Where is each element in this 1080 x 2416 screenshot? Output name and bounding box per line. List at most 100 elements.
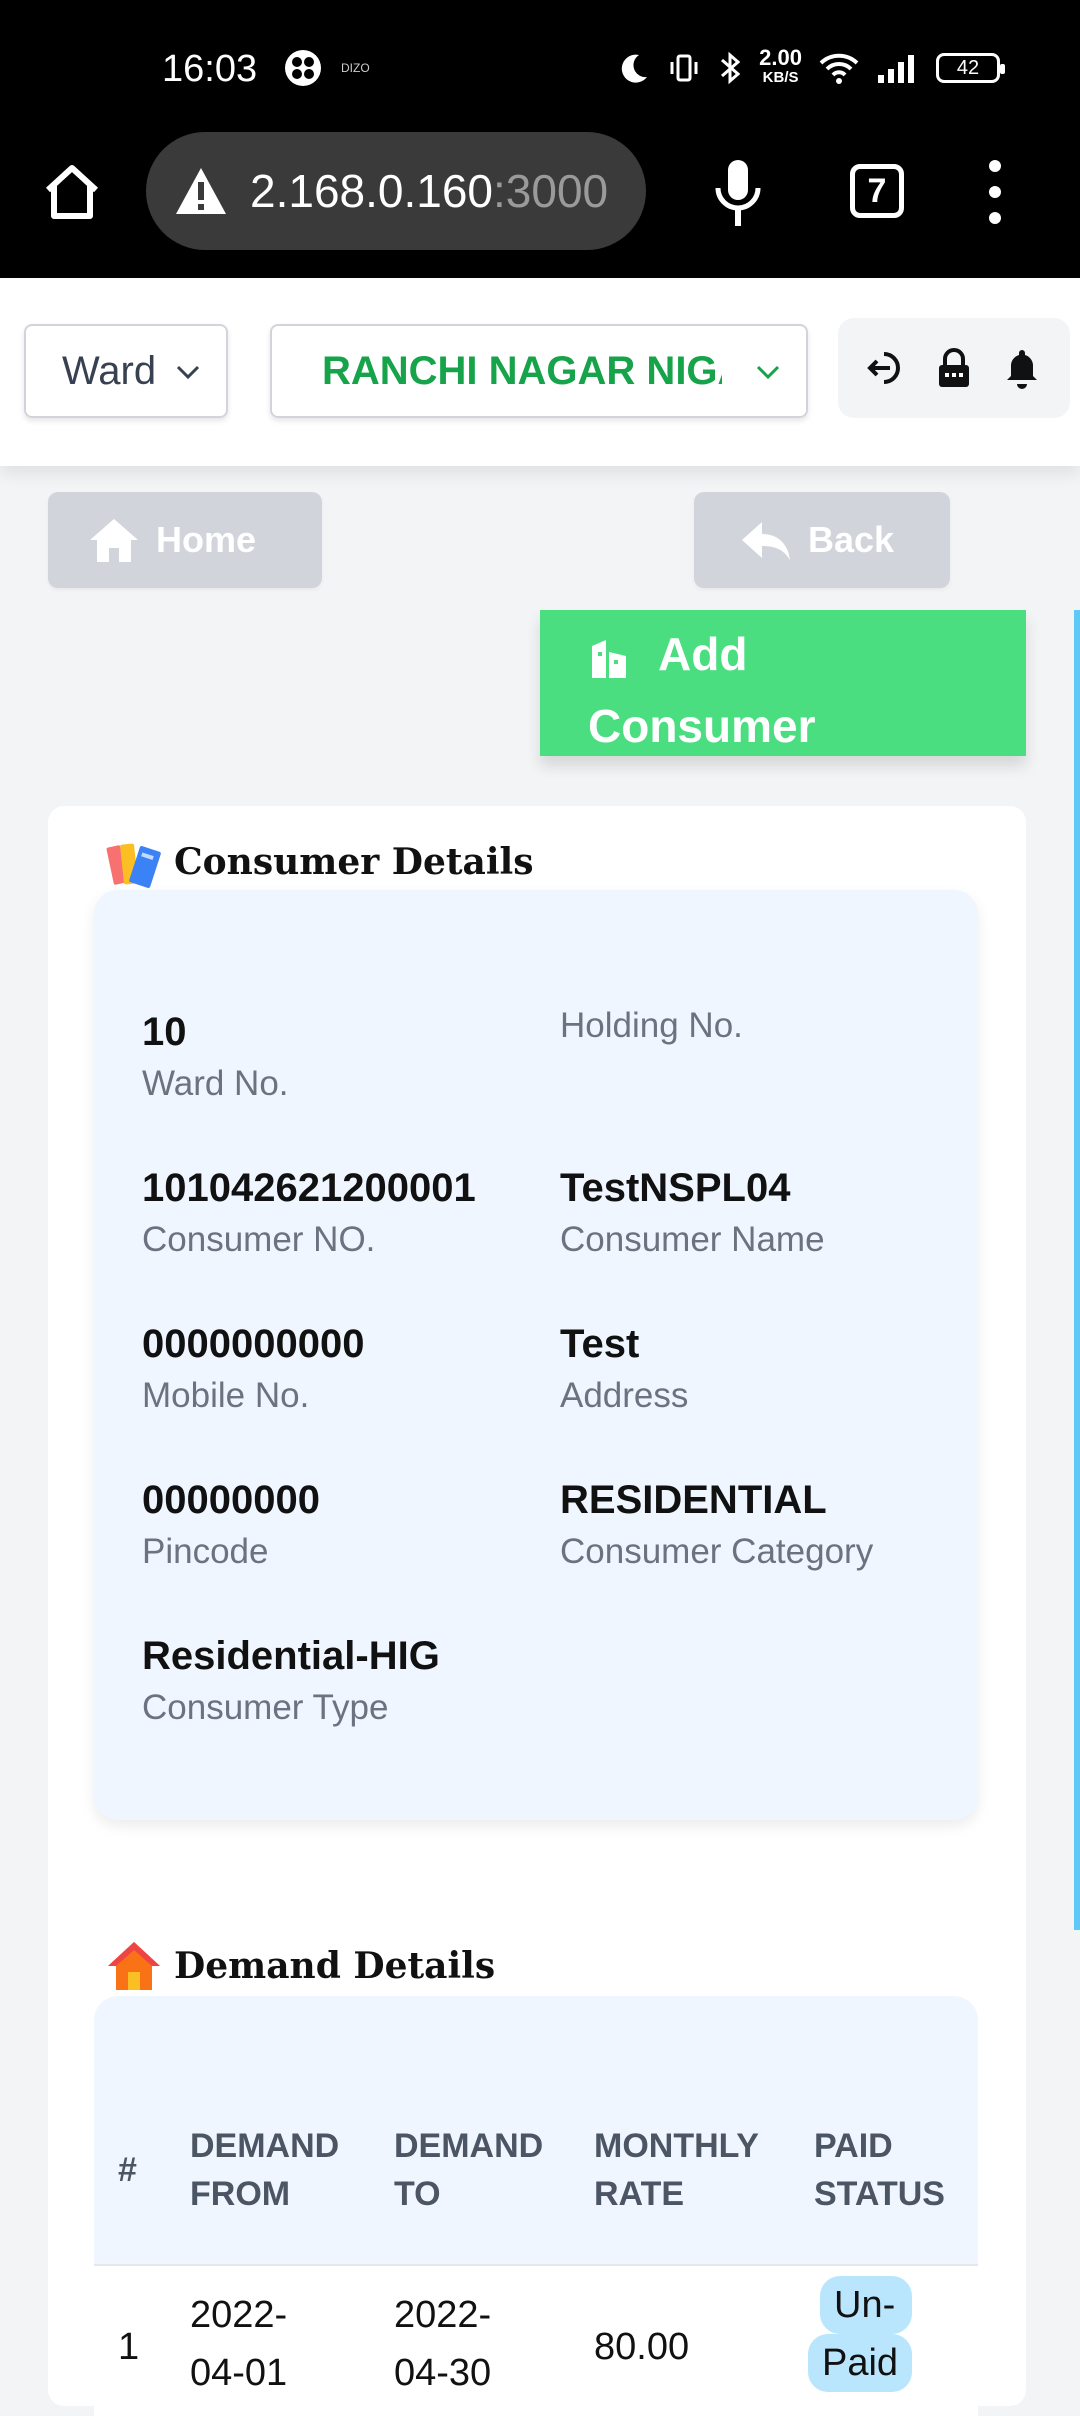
- vibrate-icon: [670, 54, 698, 82]
- tab-switcher-button[interactable]: 7: [850, 164, 904, 218]
- status-time: 16:03: [162, 48, 258, 90]
- consumer-details-heading: Consumer Details: [104, 832, 533, 892]
- ulb-select[interactable]: RANCHI NAGAR NIGAM: [270, 324, 808, 418]
- address-bar[interactable]: 2.168.0.160:3000: [146, 132, 646, 250]
- app-header: Ward RANCHI NAGAR NIGAM: [0, 278, 1080, 466]
- row-demand-from-line1: 2022-: [190, 2294, 288, 2336]
- consumer-type-value: Residential-HIG: [142, 1634, 440, 1678]
- consumer-category-label: Consumer Category: [560, 1532, 874, 1571]
- home-icon: [90, 519, 138, 562]
- consumer-no-label: Consumer NO.: [142, 1220, 376, 1259]
- consumer-view-card: Consumer Details 10 Ward No. Holding No.…: [48, 806, 1026, 2416]
- status-bar: 16:03 DIZO 2.00 KB/S 42: [0, 0, 1080, 140]
- consumer-no-value: 101042621200001: [142, 1166, 476, 1210]
- consumer-name-value: TestNSPL04: [560, 1166, 791, 1210]
- signal-icon: [878, 55, 914, 83]
- detail-mobile-no: 0000000000 Mobile No.: [142, 1322, 364, 1416]
- lock-icon[interactable]: [932, 346, 976, 390]
- url-host: 2.168.0.160: [250, 165, 494, 217]
- chevron-down-icon: [176, 365, 200, 380]
- holding-no-value: [560, 952, 743, 1002]
- col-demand-from-line1: DEMAND: [190, 2127, 340, 2165]
- consumer-details-title: Consumer Details: [174, 841, 534, 883]
- ward-no-value: 10: [142, 1010, 187, 1054]
- col-paid-status-line1: PAID: [814, 2127, 893, 2165]
- browser-menu-icon[interactable]: [985, 160, 1005, 224]
- logout-icon[interactable]: [864, 346, 908, 390]
- reply-arrow-icon: [742, 522, 790, 560]
- row-demand-to-line2: 04-30: [394, 2352, 492, 2394]
- add-consumer-label-line1: Add: [658, 628, 748, 680]
- url-text: 2.168.0.160:3000: [250, 164, 608, 218]
- col-demand-to-line2: TO: [394, 2175, 441, 2213]
- books-icon: [106, 843, 161, 888]
- house-icon: [108, 1942, 160, 1990]
- microphone-icon[interactable]: [712, 158, 764, 228]
- address-label: Address: [560, 1376, 689, 1415]
- ulb-select-value: RANCHI NAGAR NIGAM: [322, 348, 722, 393]
- consumer-name-label: Consumer Name: [560, 1220, 825, 1259]
- home-icon[interactable]: [40, 160, 104, 224]
- pincode-value: 00000000: [142, 1478, 320, 1522]
- building-icon: [592, 639, 626, 678]
- col-demand-to: DEMAND TO: [394, 2122, 543, 2218]
- row-index: 1: [118, 2326, 140, 2368]
- row-demand-from-line2: 04-01: [190, 2352, 288, 2394]
- url-port: :3000: [493, 165, 609, 217]
- carrier-label: DIZO: [341, 61, 370, 75]
- chevron-down-icon: [756, 365, 780, 380]
- detail-consumer-type: Residential-HIG Consumer Type: [142, 1634, 440, 1728]
- row-monthly-rate: 80.00: [594, 2326, 690, 2368]
- pincode-label: Pincode: [142, 1532, 269, 1571]
- home-button[interactable]: Home: [48, 492, 322, 588]
- detail-consumer-name: TestNSPL04 Consumer Name: [560, 1166, 825, 1260]
- col-monthly-rate-line2: RATE: [594, 2175, 685, 2213]
- detail-consumer-no: 101042621200001 Consumer NO.: [142, 1166, 476, 1260]
- row-demand-from: 2022- 04-01: [190, 2286, 287, 2402]
- status-left-icons: DIZO: [283, 48, 370, 88]
- net-speed-value: 2.00: [759, 45, 802, 70]
- back-button-label: Back: [808, 519, 895, 560]
- col-demand-from-line2: FROM: [190, 2175, 291, 2213]
- moon-icon: [621, 54, 648, 83]
- add-consumer-button[interactable]: Add Consumer: [540, 610, 1026, 756]
- app-notification-icon: [285, 50, 321, 86]
- col-demand-to-line1: DEMAND: [394, 2127, 544, 2165]
- detail-pincode: 00000000 Pincode: [142, 1478, 320, 1572]
- ward-no-label: Ward No.: [142, 1064, 289, 1103]
- detail-ward-no: 10 Ward No.: [142, 1010, 289, 1104]
- ward-select[interactable]: Ward: [24, 324, 228, 418]
- col-index: #: [118, 2151, 137, 2189]
- browser-toolbar: 2.168.0.160:3000 7: [0, 120, 1080, 278]
- col-monthly-rate: MONTHLY RATE: [594, 2122, 759, 2218]
- battery-indicator: 42: [936, 53, 1005, 83]
- add-consumer-label-line2: Consumer: [588, 700, 816, 752]
- consumer-type-label: Consumer Type: [142, 1688, 389, 1727]
- bell-icon[interactable]: [1000, 346, 1044, 390]
- net-speed: 2.00 KB/S: [759, 45, 802, 88]
- detail-consumer-category: RESIDENTIAL Consumer Category: [560, 1478, 873, 1572]
- status-right-icons: 2.00 KB/S 42: [617, 45, 1005, 88]
- col-paid-status: PAID STATUS: [814, 2122, 945, 2218]
- mobile-no-value: 0000000000: [142, 1322, 365, 1366]
- ward-select-value: Ward: [62, 348, 156, 393]
- consumer-details-panel: 10 Ward No. Holding No. 101042621200001 …: [94, 890, 978, 1820]
- col-monthly-rate-line1: MONTHLY: [594, 2127, 759, 2165]
- demand-details-title: Demand Details: [174, 1945, 496, 1987]
- bluetooth-icon: [721, 51, 741, 85]
- wifi-icon: [819, 53, 859, 84]
- net-speed-unit: KB/S: [762, 69, 799, 86]
- mobile-no-label: Mobile No.: [142, 1376, 310, 1415]
- holding-no-label: Holding No.: [560, 1006, 743, 1045]
- demand-table: # DEMAND FROM DEMAND TO MONTHLY RATE PAI…: [94, 1996, 978, 2416]
- row-demand-to-line1: 2022-: [394, 2294, 492, 2336]
- scrollbar[interactable]: [1074, 610, 1080, 1930]
- warning-icon: [176, 168, 226, 214]
- status-badge-line2: Paid: [808, 2334, 913, 2392]
- detail-holding-no: Holding No.: [560, 952, 743, 1046]
- status-badge-line1: Un-: [820, 2276, 913, 2334]
- back-button[interactable]: Back: [694, 492, 950, 588]
- col-demand-from: DEMAND FROM: [190, 2122, 339, 2218]
- col-paid-status-line2: STATUS: [814, 2175, 945, 2213]
- header-actions: [838, 318, 1070, 418]
